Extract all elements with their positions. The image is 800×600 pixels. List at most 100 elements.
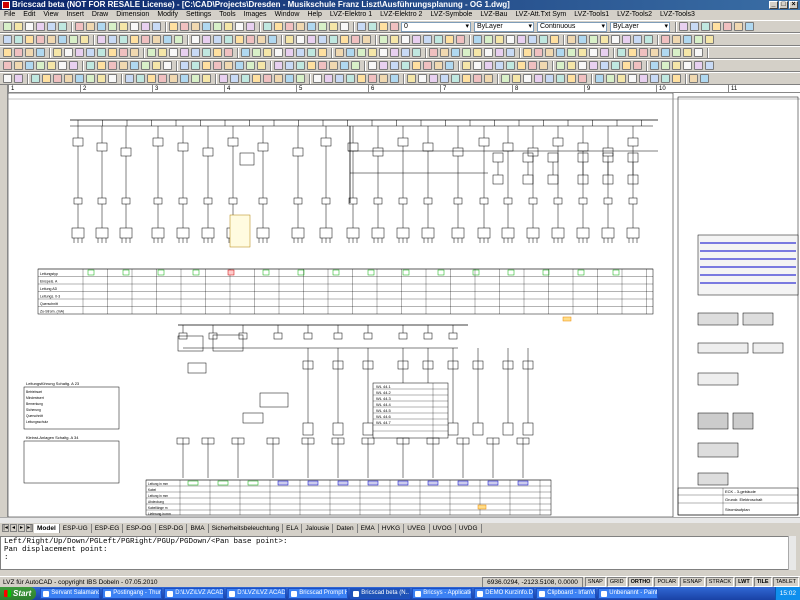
tool-button-icon[interactable] — [86, 22, 95, 31]
status-toggle-tile[interactable]: TILE — [753, 577, 772, 587]
tool-button-icon[interactable] — [174, 35, 183, 44]
menu-lvz-elektro-1[interactable]: LVZ-Elektro 1 — [330, 10, 372, 20]
tool-button-icon[interactable] — [661, 61, 670, 70]
tool-button-icon[interactable] — [3, 74, 12, 83]
tool-button-icon[interactable] — [423, 35, 432, 44]
tool-button-icon[interactable] — [163, 35, 172, 44]
tool-button-icon[interactable] — [434, 35, 443, 44]
menu-lvz-bau[interactable]: LVZ-Bau — [480, 10, 507, 20]
menu-file[interactable]: File — [4, 10, 15, 20]
tool-button-icon[interactable] — [473, 61, 482, 70]
tool-button-icon[interactable] — [202, 22, 211, 31]
tool-button-icon[interactable] — [445, 61, 454, 70]
tool-button-icon[interactable] — [617, 74, 626, 83]
layout-tab-hvkg[interactable]: HVKG — [379, 523, 405, 533]
tool-button-icon[interactable] — [47, 22, 56, 31]
tool-button-icon[interactable] — [578, 61, 587, 70]
tool-button-icon[interactable] — [550, 35, 559, 44]
tool-button-icon[interactable] — [31, 74, 40, 83]
tool-button-icon[interactable] — [47, 61, 56, 70]
tool-button-icon[interactable] — [379, 35, 388, 44]
tool-button-icon[interactable] — [274, 48, 283, 57]
layout-tab-esp-eg[interactable]: ESP-EG — [92, 523, 124, 533]
tool-button-icon[interactable] — [36, 48, 45, 57]
taskbar-item[interactable]: Bricscad Prompt Hist... — [288, 588, 349, 599]
tool-button-icon[interactable] — [257, 35, 266, 44]
status-toggle-tablet[interactable]: TABLET — [772, 577, 799, 587]
tool-button-icon[interactable] — [180, 22, 189, 31]
tool-button-icon[interactable] — [130, 35, 139, 44]
tool-button-icon[interactable] — [213, 61, 222, 70]
tool-button-icon[interactable] — [589, 61, 598, 70]
tool-button-icon[interactable] — [523, 48, 532, 57]
tool-button-icon[interactable] — [473, 48, 482, 57]
tool-button-icon[interactable] — [694, 48, 703, 57]
tool-button-icon[interactable] — [86, 48, 95, 57]
tool-button-icon[interactable] — [202, 35, 211, 44]
tool-button-icon[interactable] — [125, 74, 134, 83]
tool-button-icon[interactable] — [445, 35, 454, 44]
tool-button-icon[interactable] — [318, 35, 327, 44]
tool-button-icon[interactable] — [672, 35, 681, 44]
tool-button-icon[interactable] — [495, 61, 504, 70]
tool-button-icon[interactable] — [191, 35, 200, 44]
prev-tab-arrow-icon[interactable]: ◂ — [10, 524, 17, 532]
tool-button-icon[interactable] — [600, 48, 609, 57]
tool-button-icon[interactable] — [578, 48, 587, 57]
tool-button-icon[interactable] — [661, 48, 670, 57]
tool-button-icon[interactable] — [36, 61, 45, 70]
tool-button-icon[interactable] — [346, 48, 355, 57]
menu-view[interactable]: View — [43, 10, 58, 20]
tool-button-icon[interactable] — [567, 74, 576, 83]
tool-button-icon[interactable] — [307, 35, 316, 44]
menu-lvz-att-txt-sym[interactable]: LVZ-Att.Txt Sym — [515, 10, 566, 20]
tool-button-icon[interactable] — [108, 35, 117, 44]
tool-button-icon[interactable] — [567, 61, 576, 70]
tool-button-icon[interactable] — [296, 74, 305, 83]
tool-button-icon[interactable] — [224, 22, 233, 31]
tool-button-icon[interactable] — [679, 22, 688, 31]
tool-button-icon[interactable] — [75, 22, 84, 31]
tool-button-icon[interactable] — [180, 48, 189, 57]
status-toggle-polar[interactable]: POLAR — [654, 577, 680, 587]
tool-button-icon[interactable] — [53, 74, 62, 83]
tool-button-icon[interactable] — [473, 74, 482, 83]
tool-button-icon[interactable] — [241, 74, 250, 83]
tool-button-icon[interactable] — [545, 74, 554, 83]
tool-button-icon[interactable] — [689, 74, 698, 83]
tool-button-icon[interactable] — [351, 61, 360, 70]
color-combo[interactable]: ByLayer — [474, 21, 534, 32]
tool-button-icon[interactable] — [252, 74, 261, 83]
tool-button-icon[interactable] — [307, 22, 316, 31]
tool-button-icon[interactable] — [152, 61, 161, 70]
tool-button-icon[interactable] — [379, 61, 388, 70]
tool-button-icon[interactable] — [650, 48, 659, 57]
tool-button-icon[interactable] — [307, 61, 316, 70]
tool-button-icon[interactable] — [119, 35, 128, 44]
tool-button-icon[interactable] — [672, 48, 681, 57]
menu-insert[interactable]: Insert — [66, 10, 84, 20]
taskbar-item[interactable]: Bricsys - Applications — [412, 588, 473, 599]
tool-button-icon[interactable] — [606, 74, 615, 83]
tool-button-icon[interactable] — [595, 74, 604, 83]
tool-button-icon[interactable] — [628, 48, 637, 57]
taskbar-item[interactable]: Unbenannt - Paint — [598, 588, 659, 599]
tool-button-icon[interactable] — [705, 61, 714, 70]
tool-button-icon[interactable] — [47, 35, 56, 44]
tool-button-icon[interactable] — [683, 61, 692, 70]
menu-edit[interactable]: Edit — [23, 10, 35, 20]
tool-button-icon[interactable] — [285, 74, 294, 83]
tool-button-icon[interactable] — [407, 74, 416, 83]
tool-button-icon[interactable] — [567, 48, 576, 57]
first-tab-arrow-icon[interactable]: |◂ — [2, 524, 9, 532]
tool-button-icon[interactable] — [263, 48, 272, 57]
tool-button-icon[interactable] — [694, 61, 703, 70]
tool-button-icon[interactable] — [25, 22, 34, 31]
command-scrollbar[interactable] — [788, 536, 796, 570]
tool-button-icon[interactable] — [434, 61, 443, 70]
tool-button-icon[interactable] — [329, 61, 338, 70]
tool-button-icon[interactable] — [484, 74, 493, 83]
tool-button-icon[interactable] — [672, 74, 681, 83]
minimize-button[interactable]: _ — [769, 1, 778, 9]
tool-button-icon[interactable] — [25, 35, 34, 44]
